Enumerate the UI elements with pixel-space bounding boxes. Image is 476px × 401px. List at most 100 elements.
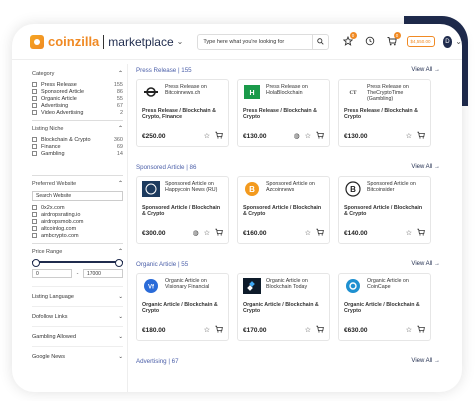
chevron-up-icon[interactable]: ⌃ — [118, 125, 123, 132]
collapsed-filter[interactable]: Listing Language ⌄ — [32, 286, 123, 306]
listing-card[interactable]: Organic Article on Blockchain Today Organ… — [237, 273, 330, 341]
listing-card[interactable]: B Sponsored Article on Azcoinnews Sponsore… — [237, 176, 330, 244]
price-max-input[interactable]: 17000 — [83, 269, 123, 278]
balance-badge[interactable]: $4,550.00 — [406, 36, 435, 47]
chevron-up-icon[interactable]: ⌃ — [118, 248, 123, 255]
listing-card[interactable]: Press Release on Bitcoinnews.ch Press Rel… — [136, 79, 229, 147]
listing-card[interactable]: H Press Release on HolaBlockchain Press Re… — [237, 79, 330, 147]
checkbox[interactable] — [32, 110, 37, 115]
price-min-input[interactable]: 0 — [32, 269, 72, 278]
checkbox[interactable] — [32, 226, 37, 231]
checkbox[interactable] — [32, 82, 37, 87]
star-icon[interactable]: ☆ — [305, 132, 311, 140]
avatar-chevron-icon[interactable]: ⌄ — [455, 37, 462, 46]
collapsed-filter[interactable]: Dofollow Links ⌄ — [32, 306, 123, 326]
cart-icon[interactable] — [215, 325, 223, 335]
star-icon[interactable]: ☆ — [406, 229, 412, 237]
star-icon[interactable]: ☆ — [305, 229, 311, 237]
view-all-link[interactable]: View All → — [411, 67, 440, 73]
niche-item[interactable]: Gambling 14 — [32, 150, 123, 157]
cart-icon[interactable] — [215, 131, 223, 141]
listing-card[interactable]: B Sponsored Article on Bitcoinsider Sponso… — [338, 176, 431, 244]
chevron-up-icon[interactable]: ⌃ — [118, 180, 123, 187]
website-item[interactable]: ambcrypto.com — [32, 232, 123, 239]
website-search-input[interactable]: Search Website — [32, 191, 123, 201]
view-all-link[interactable]: View All → — [411, 358, 440, 364]
cart-icon[interactable] — [417, 325, 425, 335]
card-title[interactable]: Sponsored Article on Azcoinnews — [266, 181, 324, 193]
card-title[interactable]: Organic Article on Visionary Financial — [165, 278, 223, 290]
star-icon[interactable]: ☆ — [204, 132, 210, 140]
checkbox[interactable] — [32, 137, 37, 142]
listing-card[interactable]: Sponsored Article on Happycoin News (RU)… — [136, 176, 229, 244]
star-icon[interactable]: ☆ — [406, 132, 412, 140]
checkbox[interactable] — [32, 219, 37, 224]
checkbox[interactable] — [32, 205, 37, 210]
card-title[interactable]: Sponsored Article on Bitcoinsider — [367, 181, 425, 193]
chevron-down-icon[interactable]: ⌄ — [118, 314, 123, 320]
niche-filter-header[interactable]: Listing Niche ⌃ — [32, 125, 123, 133]
website-label: altcoinlog.com — [41, 225, 77, 232]
favorites-icon[interactable]: 0 — [342, 31, 357, 48]
search-icon[interactable] — [311, 34, 328, 49]
checkbox[interactable] — [32, 103, 37, 108]
website-item[interactable]: 0x2x.com — [32, 204, 123, 211]
checkbox[interactable] — [32, 96, 37, 101]
chevron-down-icon[interactable]: ⌄ — [118, 334, 123, 340]
niche-item[interactable]: Blockchain & Crypto 360 — [32, 136, 123, 143]
visionary-logo-icon: Vf — [142, 278, 160, 294]
star-icon[interactable]: ☆ — [305, 326, 311, 334]
card-title[interactable]: Press Release on Bitcoinnews.ch — [165, 84, 223, 96]
card-title[interactable]: Press Release on HolaBlockchain — [266, 84, 324, 96]
website-item[interactable]: altcoinlog.com — [32, 225, 123, 232]
collapsed-filter[interactable]: Google News ⌄ — [32, 346, 123, 366]
view-all-link[interactable]: View All → — [411, 164, 440, 170]
cart-icon[interactable] — [316, 131, 324, 141]
checkbox[interactable] — [32, 89, 37, 94]
cart-icon[interactable]: 0 — [387, 31, 401, 48]
category-item[interactable]: Organic Article 55 — [32, 95, 123, 102]
listing-card[interactable]: Vf Organic Article on Visionary Financial… — [136, 273, 229, 341]
cart-icon[interactable] — [316, 325, 324, 335]
globe-icon: ◍ — [293, 133, 300, 140]
cart-icon[interactable] — [316, 228, 324, 238]
checkbox[interactable] — [32, 212, 37, 217]
cart-icon[interactable] — [417, 131, 425, 141]
chevron-up-icon[interactable]: ⌃ — [118, 70, 123, 77]
cart-icon[interactable] — [417, 228, 425, 238]
checkbox[interactable] — [32, 233, 37, 238]
category-item[interactable]: Video Advertising 2 — [32, 109, 123, 116]
logo[interactable]: coinzilla marketplace ⌄ — [30, 34, 183, 49]
section-title: Sponsored Article | 86 — [136, 163, 197, 171]
chevron-down-icon[interactable]: ⌄ — [118, 294, 123, 300]
cart-icon[interactable] — [215, 228, 223, 238]
checkbox[interactable] — [32, 144, 37, 149]
card-title[interactable]: Organic Article on Blockchain Today — [266, 278, 324, 290]
preferred-filter-header[interactable]: Preferred Website ⌃ — [32, 180, 123, 188]
listing-card[interactable]: CT Press Release on TheCryptoTime (Gambli… — [338, 79, 431, 147]
category-filter-header[interactable]: Category ⌃ — [32, 70, 123, 78]
search-input[interactable]: Type here what you're looking for — [197, 33, 329, 50]
card-title[interactable]: Press Release on TheCryptoTime (Gambling… — [367, 84, 425, 103]
card-title[interactable]: Organic Article on CoinCape — [367, 278, 425, 290]
history-icon[interactable] — [365, 36, 375, 48]
website-item[interactable]: airdropsrating.io — [32, 211, 123, 218]
niche-item[interactable]: Finance 69 — [32, 143, 123, 150]
checkbox[interactable] — [32, 151, 37, 156]
category-item[interactable]: Press Release 155 — [32, 81, 123, 88]
price-range-slider[interactable] — [32, 259, 123, 267]
collapsed-filter[interactable]: Gambling Allowed ⌄ — [32, 326, 123, 346]
avatar[interactable]: D — [442, 35, 453, 48]
chevron-down-icon[interactable]: ⌄ — [118, 354, 123, 360]
price-filter-header[interactable]: Price Range ⌃ — [32, 248, 123, 256]
star-icon[interactable]: ☆ — [204, 229, 210, 237]
category-item[interactable]: Advertising 67 — [32, 102, 123, 109]
listing-card[interactable]: Organic Article on CoinCape Organic Artic… — [338, 273, 431, 341]
star-icon[interactable]: ☆ — [406, 326, 412, 334]
category-item[interactable]: Sponsored Article 86 — [32, 88, 123, 95]
card-title[interactable]: Sponsored Article on Happycoin News (RU) — [165, 181, 223, 193]
chevron-down-icon[interactable]: ⌄ — [177, 37, 184, 46]
star-icon[interactable]: ☆ — [204, 326, 210, 334]
website-item[interactable]: airdropsmob.com — [32, 218, 123, 225]
view-all-link[interactable]: View All → — [411, 261, 440, 267]
